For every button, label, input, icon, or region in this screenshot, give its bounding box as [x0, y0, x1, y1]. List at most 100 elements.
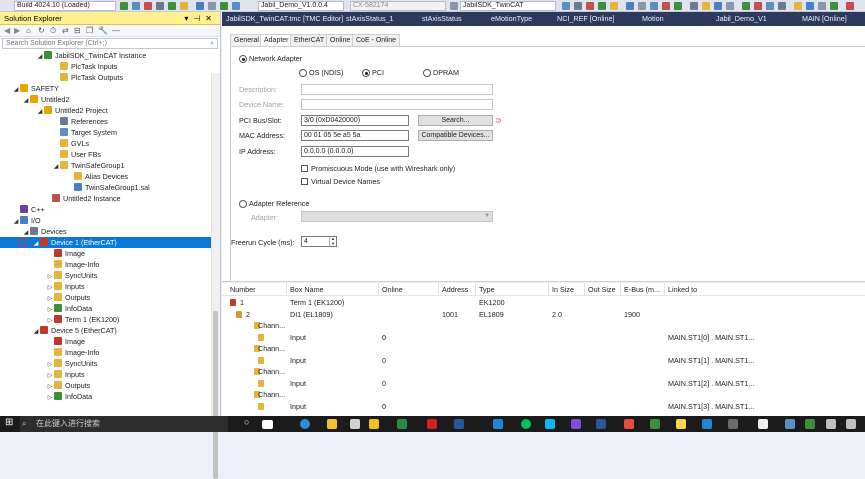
tree-item[interactable]: ◢ SAFETY [0, 83, 59, 94]
tree-item[interactable]: ▷ Outputs [0, 380, 90, 391]
target-system-combo[interactable]: CX-582174 [350, 1, 446, 11]
tab-coe-online[interactable]: CoE - Online [352, 34, 401, 46]
tree-item[interactable]: ▷ Inputs [0, 281, 85, 292]
os-ndis-radio[interactable] [299, 69, 307, 77]
toolbar-icon-g[interactable] [638, 2, 646, 10]
table-row[interactable]: Input 0 MAIN.ST1[3] . MAIN.ST1... [222, 401, 865, 412]
route-icon[interactable] [232, 2, 240, 10]
toolbar-icon-d[interactable] [598, 2, 606, 10]
adapter-reference-radio[interactable] [239, 200, 247, 208]
twincat-icon[interactable] [397, 419, 407, 429]
table-row[interactable]: 1 Term 1 (EK1200) EK1200 [222, 297, 865, 308]
tree-item[interactable]: C++ [0, 204, 45, 215]
wechat-icon[interactable] [521, 419, 531, 429]
app-red-icon[interactable] [624, 419, 634, 429]
tree-item[interactable]: Target System [0, 127, 117, 138]
toolbar-icon-a[interactable] [562, 2, 570, 10]
freerun-cycle-stepper[interactable]: 4 ▲ ▼ [301, 236, 337, 247]
table-row[interactable]: Chann... [222, 366, 865, 377]
tree-item[interactable]: ◢ JabilSDK_TwinCAT Instance [0, 50, 146, 61]
forward-icon[interactable]: ▶ [14, 26, 20, 35]
file-explorer-icon[interactable] [327, 419, 337, 429]
network-adapter-radio[interactable] [239, 55, 247, 63]
edge-icon[interactable] [300, 419, 310, 429]
tree-item[interactable]: ▷ Term 1 (EK1200) [0, 314, 119, 325]
build-combo[interactable]: Build 4024.10 (Loaded) [14, 1, 116, 11]
toolbar-icon-r[interactable] [778, 2, 786, 10]
tree-item[interactable]: PlcTask Inputs [0, 61, 117, 72]
tree-item[interactable]: ◢ Untitled2 Project [0, 105, 108, 116]
pci-radio[interactable] [362, 69, 370, 77]
task-view-icon[interactable] [262, 420, 273, 429]
collapse-all-icon[interactable]: ⊟ [74, 26, 81, 35]
toolbar-icon-m[interactable] [714, 2, 722, 10]
toolbar-icon-p[interactable] [754, 2, 762, 10]
windows-start-icon[interactable]: ⊞ [5, 417, 13, 428]
column-header[interactable]: Out Size [588, 285, 616, 294]
more-icon[interactable] [450, 2, 458, 10]
doc-tab[interactable]: eMotionType [491, 12, 532, 26]
column-header[interactable]: Type [479, 285, 495, 294]
sync-icon[interactable]: ⇄ [62, 26, 69, 35]
column-header[interactable]: Box Name [290, 285, 324, 294]
column-header[interactable]: Linked to [668, 285, 697, 294]
description-field[interactable] [301, 84, 493, 95]
column-divider[interactable] [664, 283, 665, 296]
tree-item[interactable]: ▷ InfoData [0, 391, 92, 402]
tree-item[interactable]: ◢ Device 1 (EtherCAT) [0, 237, 211, 248]
table-row[interactable]: Input 0 MAIN.ST1[2] . MAIN.ST1... [222, 378, 865, 389]
spin-arrows-icon[interactable]: ▲ ▼ [329, 237, 336, 246]
folder-icon[interactable] [676, 419, 686, 429]
tree-item[interactable]: TwinSafeGroup1.sal [0, 182, 150, 193]
preview-icon[interactable]: — [112, 26, 120, 35]
tree-item[interactable]: PlcTask Outputs [0, 72, 123, 83]
column-divider[interactable] [438, 283, 439, 296]
column-divider[interactable] [620, 283, 621, 296]
toolbar-icon-j[interactable] [674, 2, 682, 10]
back-icon[interactable]: ◀ [4, 26, 10, 35]
login-icon[interactable] [168, 2, 176, 10]
toolbar-icon-k[interactable] [690, 2, 698, 10]
online-icon[interactable] [220, 2, 228, 10]
tree-item[interactable]: Image [0, 336, 85, 347]
toolbar-icon-v[interactable] [830, 2, 838, 10]
column-divider[interactable] [548, 283, 549, 296]
virtual-device-names-checkbox[interactable] [301, 178, 308, 185]
toolbar-icon-h[interactable] [650, 2, 658, 10]
toolbar-icon-t[interactable] [806, 2, 814, 10]
column-header[interactable]: In Size [552, 285, 574, 294]
adapter-select[interactable]: ▼ [301, 211, 493, 222]
toolbar-icon-f[interactable] [626, 2, 634, 10]
column-divider[interactable] [286, 283, 287, 296]
doc-tab[interactable]: stAxisStatus [422, 12, 462, 26]
device-name-field[interactable] [301, 99, 493, 110]
tree-item[interactable]: Image [0, 248, 85, 259]
compatible-devices-button[interactable]: Compatible Devices... [418, 130, 493, 141]
properties-icon[interactable]: 🔧 [98, 26, 108, 35]
toolbar-icon-c[interactable] [586, 2, 594, 10]
toolbar-icon-s[interactable] [794, 2, 802, 10]
toolbar-icon-n[interactable] [726, 2, 734, 10]
vs-icon[interactable] [571, 419, 581, 429]
table-row[interactable]: Input 0 MAIN.ST1[1] . MAIN.ST1... [222, 355, 865, 366]
config-mode-icon[interactable] [144, 2, 152, 10]
tree-item[interactable]: Untitled2 Instance [0, 193, 121, 204]
taskbar-search[interactable]: ⌕ 在此键入进行搜索 [20, 416, 228, 432]
column-header[interactable]: Online [382, 285, 403, 294]
promiscuous-mode-checkbox[interactable] [301, 165, 308, 172]
ip-address-field[interactable]: 0.0.0.0 (0.0.0.0) [301, 146, 409, 157]
tab-online[interactable]: Online [326, 34, 355, 46]
tree-item[interactable]: ◢ I/O [0, 215, 41, 226]
toolbar-icon-l[interactable] [702, 2, 710, 10]
tree-item[interactable]: ▷ InfoData [0, 303, 92, 314]
table-row[interactable]: 2 DI1 (EL1809) 1001 EL1809 2.0 1900 [222, 309, 865, 320]
mac-address-field[interactable]: 00 01 05 5e a5 5a [301, 130, 409, 141]
home-icon[interactable]: ⌂ [26, 26, 31, 35]
tree-scrollbar[interactable] [211, 73, 220, 479]
app-icon[interactable] [493, 419, 503, 429]
activate-config-icon[interactable] [120, 2, 128, 10]
word-icon[interactable] [454, 419, 464, 429]
help-app-icon[interactable] [369, 419, 379, 429]
plc-project-combo[interactable]: JabilSDK_TwinCAT [460, 1, 556, 11]
messenger-icon[interactable] [545, 419, 555, 429]
